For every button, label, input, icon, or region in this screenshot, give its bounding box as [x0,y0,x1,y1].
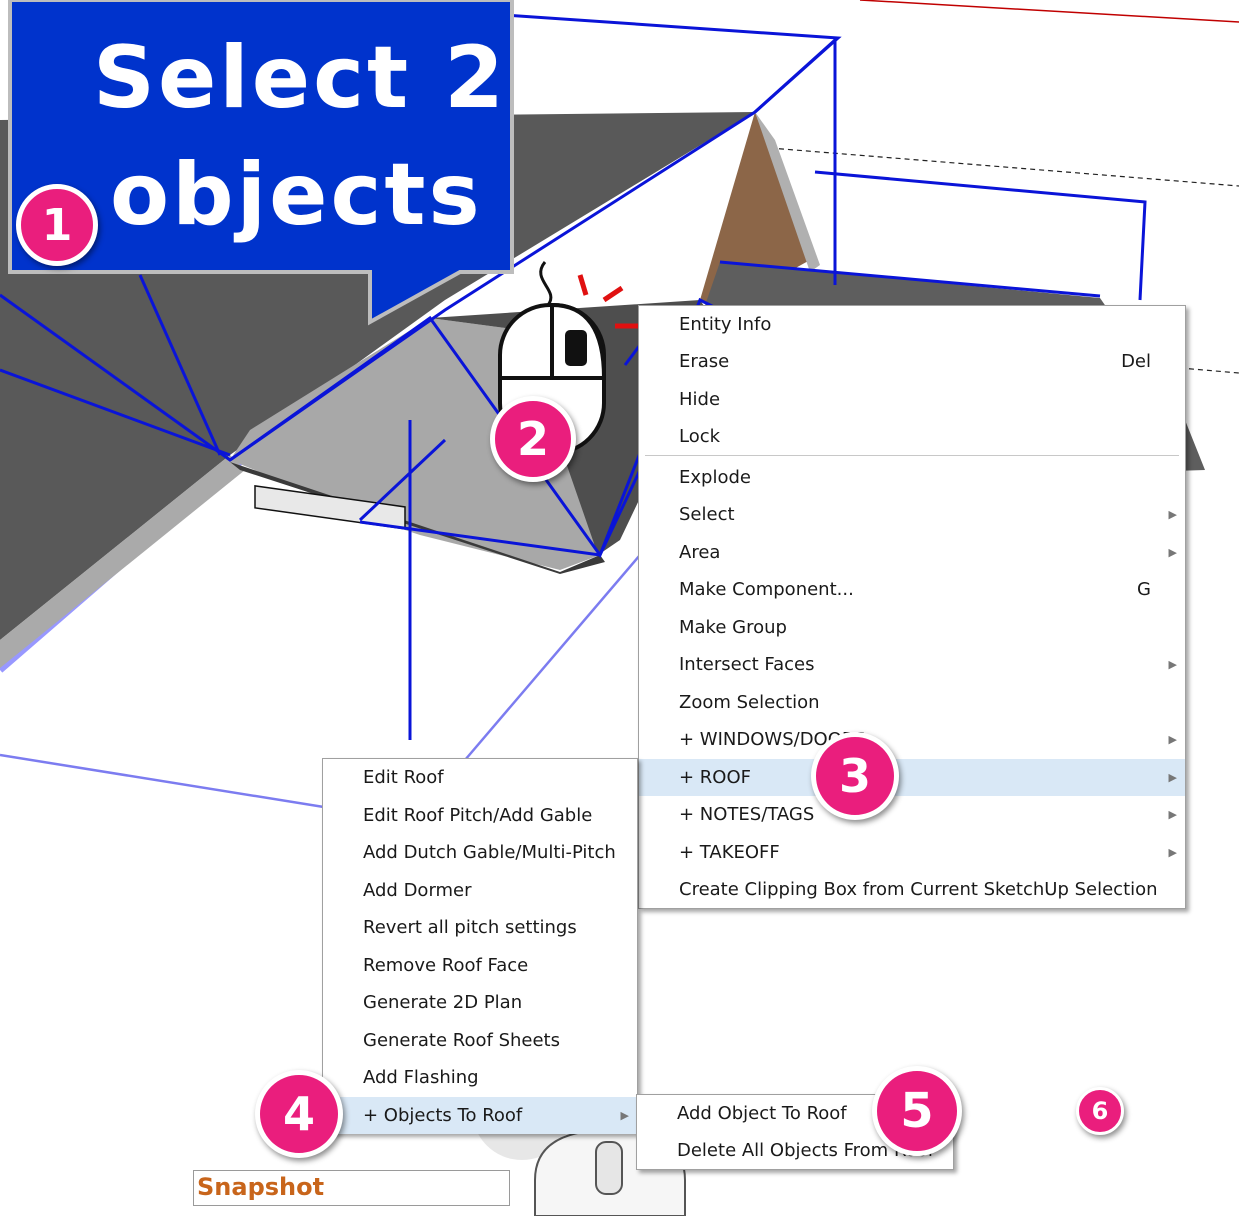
snapshot-field[interactable]: Snapshot [193,1170,510,1206]
submenu-arrow-icon: ▶ [1168,733,1177,746]
menu-item-erase[interactable]: Erase Del [639,343,1185,380]
menu-item-label: Remove Roof Face [363,954,529,976]
floor-edge [464,554,641,761]
menu-item-takeoff[interactable]: + TAKEOFF ▶ [639,834,1185,871]
menu-item-label: Intersect Faces [679,654,815,675]
step-5-badge: 5 [872,1066,962,1156]
context-menu: Entity Info Erase Del Hide Lock Explode Select… [638,305,1186,909]
roof-menu-item-add-dutch-gable-multi-pitch[interactable]: Add Dutch Gable/Multi-Pitch [323,834,637,871]
roof-menu-item-generate-roof-sheets[interactable]: Generate Roof Sheets [323,1022,637,1059]
menu-item-label: Zoom Selection [679,692,820,713]
roof-menu-item-add-flashing[interactable]: Add Flashing [323,1059,637,1096]
menu-item-select[interactable]: Select ▶ [639,496,1185,533]
roof-menu-item-revert-all-pitch-settings[interactable]: Revert all pitch settings [323,909,637,946]
menu-shortcut: G [1137,579,1151,600]
menu-item-label: Area [679,542,721,563]
roof-menu-item-objects-to-roof[interactable]: + Objects To Roof ▶ [323,1096,637,1134]
step-1-badge: 1 [16,184,98,266]
menu-item-hide[interactable]: Hide [639,381,1185,418]
click-indicator [577,274,589,296]
menu-item-label: Add Dormer [363,879,472,901]
red-axis-line [859,0,1239,23]
menu-item-label: Revert all pitch settings [363,917,577,938]
menu-item-notes-tags[interactable]: + NOTES/TAGS ▶ [639,796,1185,833]
menu-item-explode[interactable]: Explode [639,459,1185,496]
step-3-badge: 3 [811,732,899,820]
floor-edge [0,753,331,810]
menu-item-label: Add Flashing [363,1067,479,1088]
menu-item-label: Hide [679,389,721,410]
menu-item-entity-info[interactable]: Entity Info [639,306,1185,343]
menu-item-label: Create Clipping Box from Current SketchU… [679,879,1158,900]
menu-item-zoom-selection[interactable]: Zoom Selection [639,684,1185,721]
roof-menu-item-add-dormer[interactable]: Add Dormer [323,872,637,909]
submenu-arrow-icon: ▶ [1168,658,1177,671]
roof-menu-item-edit-roof[interactable]: Edit Roof [323,759,637,796]
menu-item-label: + Objects To Roof [363,1104,523,1126]
menu-item-label: Make Group [679,617,787,638]
menu-item-label: Explode [679,467,751,488]
step-6-badge: 6 [1076,1087,1124,1135]
menu-item-label: Make Component... [679,579,854,600]
menu-item-create-clipping-box-from-current-sketchup-selection[interactable]: Create Clipping Box from Current SketchU… [639,871,1185,908]
submenu-arrow-icon: ▶ [1168,508,1177,521]
submenu-arrow-icon: ▶ [1168,771,1177,784]
submenu-arrow-icon: ▶ [1168,546,1177,559]
snapshot-label: Snapshot [197,1173,325,1201]
roof-menu-item-remove-roof-face[interactable]: Remove Roof Face [323,947,637,984]
roof-menu-item-generate-2d-plan[interactable]: Generate 2D Plan [323,984,637,1021]
step-2-badge: 2 [490,396,576,482]
menu-item-area[interactable]: Area ▶ [639,534,1185,571]
menu-item-make-group[interactable]: Make Group [639,609,1185,646]
menu-item-label: + NOTES/TAGS [679,804,815,825]
menu-separator [645,455,1179,456]
submenu-arrow-icon: ▶ [1168,808,1177,821]
menu-item-label: Lock [679,426,721,447]
menu-item-label: Select [679,504,735,525]
step-4-badge: 4 [255,1070,343,1158]
menu-shortcut: Del [1121,351,1151,372]
menu-item-label: Edit Roof Pitch/Add Gable [363,804,593,826]
click-indicator [602,285,624,303]
menu-item-label: Add Dutch Gable/Multi-Pitch [363,842,616,863]
menu-item-lock[interactable]: Lock [639,418,1185,455]
menu-item-label: + TAKEOFF [679,842,780,863]
submenu-arrow-icon: ▶ [620,1108,629,1122]
menu-item-make-component[interactable]: Make Component... G [639,571,1185,608]
menu-item-roof[interactable]: + ROOF ▶ [639,759,1185,796]
menu-item-label: Add Object To Roof [677,1103,847,1124]
callout-line-1: Select 2 [93,28,507,128]
callout-line-2: objects [110,145,483,245]
roof-menu-item-edit-roof-pitch-add-gable[interactable]: Edit Roof Pitch/Add Gable [323,797,637,834]
menu-item-intersect-faces[interactable]: Intersect Faces ▶ [639,646,1185,683]
menu-item-label: + ROOF [679,767,751,788]
sketchup-viewport[interactable]: Select 2 objects Entity Info Erase Del Hide… [0,0,1239,1216]
menu-item-label: Erase [679,351,730,372]
menu-item-windows-doors[interactable]: + WINDOWS/DOORS ▶ [639,721,1185,758]
menu-item-label: Entity Info [679,314,772,335]
menu-item-label: Generate 2D Plan [363,992,523,1013]
submenu-arrow-icon: ▶ [1168,846,1177,859]
menu-item-label: Generate Roof Sheets [363,1029,560,1051]
roof-submenu: Edit Roof Edit Roof Pitch/Add Gable Add Du… [322,758,638,1134]
dashed-guide-line [769,147,1239,187]
menu-item-label: Edit Roof [363,767,444,788]
dashed-guide-line [1179,367,1239,374]
